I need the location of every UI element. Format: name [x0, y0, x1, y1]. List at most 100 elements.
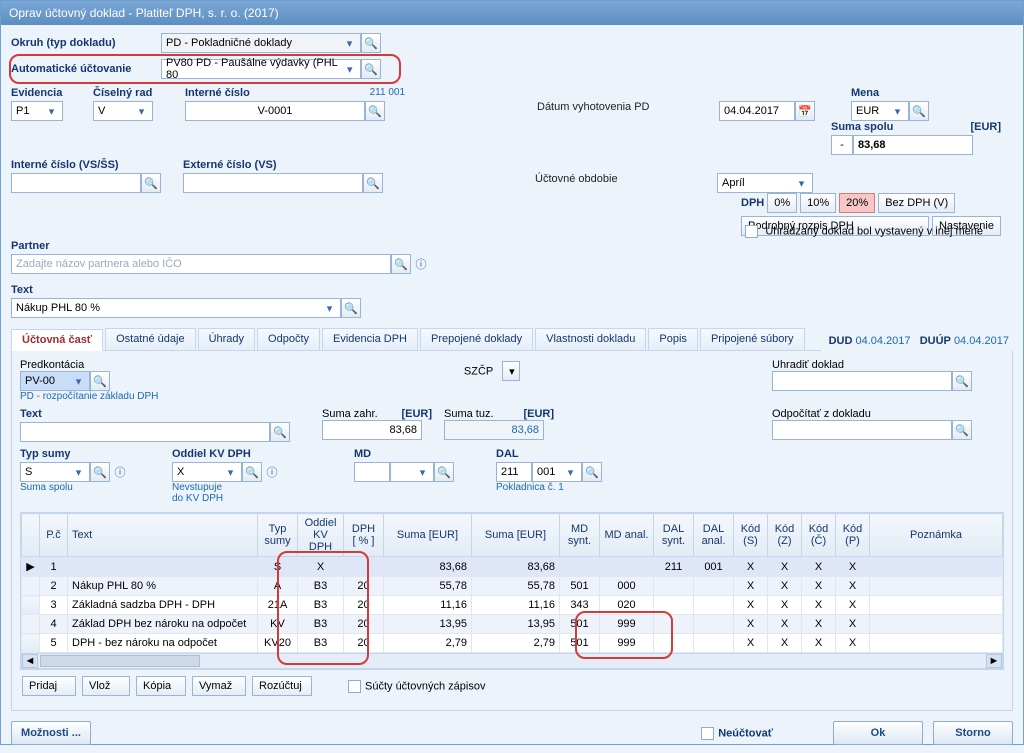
okruh-label: Okruh (typ dokladu) [11, 37, 161, 49]
th-oddiel[interactable]: Oddiel KV DPH [298, 514, 344, 557]
search-icon[interactable]: 🔍 [341, 298, 361, 318]
th-kodz[interactable]: Kód (Z) [768, 514, 802, 557]
tab-odpocty[interactable]: Odpočty [257, 328, 320, 350]
okruh-select[interactable]: PD - Pokladničné doklady▾ [161, 33, 361, 53]
table-row[interactable]: 4Základ DPH bez nároku na odpočetKVB3201… [22, 615, 1003, 634]
autouc-search-icon[interactable]: 🔍 [361, 59, 381, 79]
horizontal-scrollbar[interactable]: ◄ ► [21, 653, 1003, 669]
info-icon[interactable]: ⓘ [110, 462, 130, 482]
tab-prepojene[interactable]: Prepojené doklady [420, 328, 533, 350]
internevs-input[interactable] [11, 173, 141, 193]
calendar-icon[interactable]: 📅 [795, 101, 815, 121]
th-kods[interactable]: Kód (S) [734, 514, 768, 557]
uhrcheck-checkbox[interactable] [745, 225, 758, 238]
text2-input[interactable] [20, 422, 270, 442]
dal-synt-input[interactable]: 211 [496, 462, 532, 482]
th-dalsynt[interactable]: DAL synt. [654, 514, 694, 557]
scroll-left-icon[interactable]: ◄ [22, 654, 38, 668]
search-icon[interactable]: 🔍 [270, 422, 290, 442]
predkont-select[interactable]: PV-00▾ [20, 371, 90, 391]
search-icon[interactable]: 🔍 [952, 420, 972, 440]
search-icon[interactable]: 🔍 [391, 254, 411, 274]
sumaz-input[interactable]: 83,68 [322, 420, 422, 440]
table-row[interactable]: 3Základná sadzba DPH - DPH21AB32011,1611… [22, 596, 1003, 615]
bezdph-button[interactable]: Bez DPH (V) [878, 193, 955, 213]
th-kodc[interactable]: Kód (Č) [802, 514, 836, 557]
kopia-button[interactable]: Kópia [136, 676, 186, 696]
tab-vlastnosti[interactable]: Vlastnosti dokladu [535, 328, 646, 350]
search-icon[interactable]: 🔍 [434, 462, 454, 482]
table-row[interactable]: 5DPH - bez nároku na odpočetKV20B3202,79… [22, 634, 1003, 653]
neuctovat-checkbox[interactable] [701, 727, 714, 740]
pridaj-button[interactable]: Pridaj [22, 676, 76, 696]
sumaspolu-input[interactable]: 83,68 [853, 135, 973, 155]
dal-anal-select[interactable]: 001▾ [532, 462, 582, 482]
search-icon[interactable]: 🔍 [141, 173, 161, 193]
table-row[interactable]: ▶1SX83,6883,68211001XXXX [22, 557, 1003, 577]
ciselnyrad-select[interactable]: V▾ [93, 101, 153, 121]
dph-10-button[interactable]: 10% [800, 193, 836, 213]
mena-search-icon[interactable]: 🔍 [909, 101, 929, 121]
externevs-input[interactable] [183, 173, 363, 193]
oddiel-select[interactable]: X▾ [172, 462, 242, 482]
tab-uhrady[interactable]: Úhrady [198, 328, 255, 350]
search-icon[interactable]: 🔍 [90, 371, 110, 391]
tab-popis[interactable]: Popis [648, 328, 698, 350]
autouc-select[interactable]: PV80 PD - Paušálne výdavky (PHL 80▾ [161, 59, 361, 79]
internecislo-search-icon[interactable]: 🔍 [365, 101, 385, 121]
sucty-checkbox[interactable] [348, 680, 361, 693]
sumaspolu-unit: [EUR] [970, 121, 1001, 133]
uctobdobie-select[interactable]: Apríl▾ [717, 173, 813, 193]
sign-input[interactable]: - [831, 135, 853, 155]
text-select[interactable]: Nákup PHL 80 %▾ [11, 298, 341, 318]
autouc-value: PV80 PD - Paušálne výdavky (PHL 80 [166, 57, 344, 81]
info-icon[interactable]: ⓘ [262, 462, 282, 482]
partner-input[interactable]: Zadajte názov partnera alebo IČO [11, 254, 391, 274]
md-synt-input[interactable] [354, 462, 390, 482]
info-icon[interactable]: ⓘ [411, 254, 431, 274]
search-icon[interactable]: 🔍 [952, 371, 972, 391]
search-icon[interactable]: 🔍 [363, 173, 383, 193]
tab-uctovna[interactable]: Účtovná časť [11, 329, 103, 351]
scroll-thumb[interactable] [40, 655, 200, 667]
tab-evidenciadph[interactable]: Evidencia DPH [322, 328, 418, 350]
vymaz-button[interactable]: Vymaž [192, 676, 246, 696]
dph-0-button[interactable]: 0% [767, 193, 797, 213]
search-icon[interactable]: 🔍 [582, 462, 602, 482]
search-icon[interactable]: 🔍 [242, 462, 262, 482]
datumvyhot-input[interactable]: 04.04.2017 [719, 101, 795, 121]
rozuctuj-button[interactable]: Rozúčtuj [252, 676, 312, 696]
ok-button[interactable]: Ok [833, 721, 923, 745]
th-suma2[interactable]: Suma [EUR] [472, 514, 560, 557]
evidencia-select[interactable]: P1▾ [11, 101, 63, 121]
szcp-dropdown[interactable]: ▾ [502, 361, 520, 381]
vloz-button[interactable]: Vlož [82, 676, 130, 696]
mena-select[interactable]: EUR▾ [851, 101, 909, 121]
uhradit-input[interactable] [772, 371, 952, 391]
internecislo-input[interactable]: V-0001 [185, 101, 365, 121]
scroll-right-icon[interactable]: ► [986, 654, 1002, 668]
internecislo-code[interactable]: 211 001 [370, 87, 405, 101]
typsumy-select[interactable]: S▾ [20, 462, 90, 482]
tab-ostatne[interactable]: Ostatné údaje [105, 328, 196, 350]
dph-20-button[interactable]: 20% [839, 193, 875, 213]
search-icon[interactable]: 🔍 [90, 462, 110, 482]
moznosti-button[interactable]: Možnosti ... [11, 721, 91, 745]
th-text[interactable]: Text [68, 514, 258, 557]
th-suma1[interactable]: Suma [EUR] [384, 514, 472, 557]
th-poznamka[interactable]: Poznámka [870, 514, 1003, 557]
th-kodp[interactable]: Kód (P) [836, 514, 870, 557]
md-anal-select[interactable]: ▾ [390, 462, 434, 482]
th-mdsynt[interactable]: MD synt. [560, 514, 600, 557]
th-dalanal[interactable]: DAL anal. [694, 514, 734, 557]
storno-button[interactable]: Storno [933, 721, 1013, 745]
tab-pripojene[interactable]: Pripojené súbory [700, 328, 805, 350]
odpocitat-input[interactable] [772, 420, 952, 440]
chevron-down-icon: ▾ [891, 105, 904, 118]
okruh-search-icon[interactable]: 🔍 [361, 33, 381, 53]
th-dph[interactable]: DPH [ % ] [344, 514, 384, 557]
th-pc[interactable]: P.č [40, 514, 68, 557]
th-mdanal[interactable]: MD anal. [600, 514, 654, 557]
table-row[interactable]: 2Nákup PHL 80 %AB32055,7855,78501000XXXX [22, 577, 1003, 596]
th-typsumy[interactable]: Typ sumy [258, 514, 298, 557]
